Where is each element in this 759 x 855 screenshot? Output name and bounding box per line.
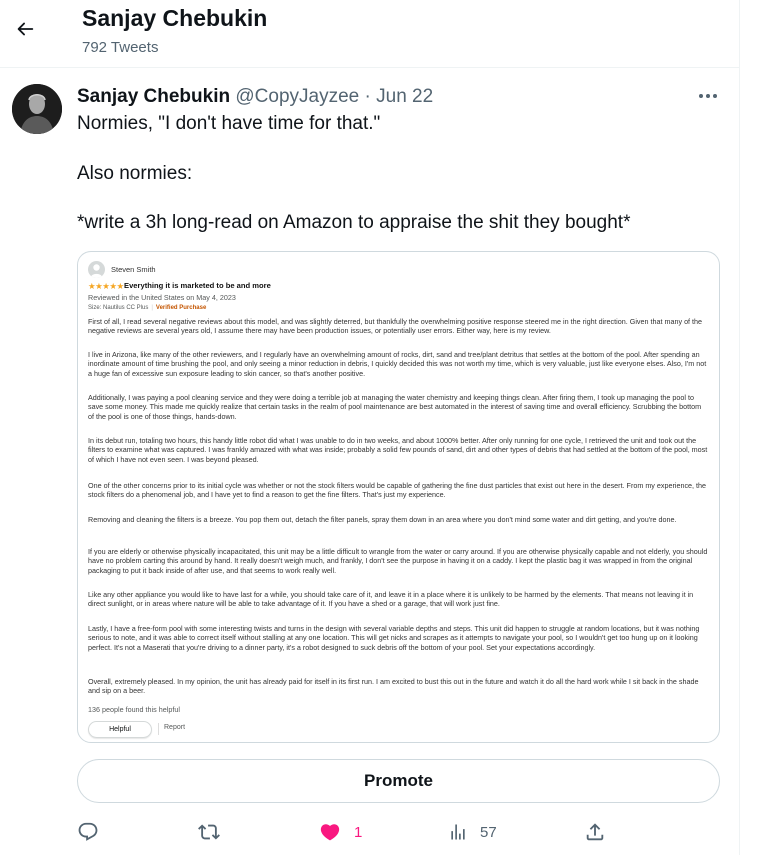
review-paragraph: In its debut run, totaling two hours, th…	[88, 436, 708, 464]
review-paragraph: Like any other appliance you would like …	[88, 590, 694, 609]
promote-button[interactable]: Promote	[77, 759, 720, 803]
tweet-text-line: Also normies:	[77, 163, 193, 184]
profile-header: Sanjay Chebukin 792 Tweets	[0, 0, 739, 68]
views-button[interactable]: 57	[448, 818, 497, 846]
attached-review-image[interactable]: Steven Smith ★★★★★ Everything it is mark…	[77, 251, 720, 743]
view-count: 57	[480, 823, 497, 841]
review-variant: Size: Nautilus CC Plus | Verified Purchase	[88, 305, 206, 311]
views-bar-chart-icon	[451, 824, 465, 840]
author-avatar[interactable]	[12, 84, 62, 134]
back-arrow-icon	[17, 22, 34, 36]
review-paragraph: Removing and cleaning the filters is a b…	[88, 515, 677, 524]
review-paragraph: If you are elderly or otherwise physical…	[88, 547, 708, 575]
retweet-button[interactable]	[197, 818, 221, 846]
helpful-count: 136 people found this helpful	[88, 705, 180, 714]
dot-separator: ·	[364, 86, 371, 107]
avatar-portrait-image	[12, 84, 62, 134]
variant-divider: |	[151, 305, 153, 311]
tweet-date[interactable]: Jun 22	[376, 86, 433, 107]
back-button[interactable]	[8, 12, 42, 46]
person-icon	[90, 264, 103, 278]
reviewer-avatar	[88, 261, 105, 278]
reviewer-name: Steven Smith	[111, 265, 156, 274]
more-options-button[interactable]	[694, 86, 722, 106]
like-count: 1	[354, 823, 363, 841]
tweet-text-line: Normies, "I don't have time for that."	[77, 113, 381, 134]
review-date: Reviewed in the United States on May 4, …	[88, 293, 236, 302]
review-title: Everything it is marketed to be and more	[124, 281, 271, 290]
review-paragraph: Lastly, I have a free-form pool with som…	[88, 624, 700, 652]
review-paragraph: First of all, I read several negative re…	[88, 317, 703, 336]
helpful-divider	[158, 723, 159, 735]
heart-icon	[320, 824, 340, 841]
author-name[interactable]: Sanjay Chebukin	[77, 86, 230, 107]
report-link: Report	[164, 724, 186, 731]
column-divider	[739, 0, 740, 855]
like-button[interactable]: 1	[318, 818, 362, 846]
profile-name-title: Sanjay Chebukin	[82, 5, 268, 31]
review-paragraph: One of the other concerns prior to its i…	[88, 481, 707, 500]
tweet-count: 792 Tweets	[82, 39, 159, 56]
review-paragraph: I live in Arizona, like many of the othe…	[88, 350, 707, 378]
review-paragraph: Additionally, I was paying a pool cleani…	[88, 393, 702, 421]
reply-icon	[78, 822, 98, 841]
reply-button[interactable]	[77, 818, 99, 846]
tweet-text-line: *write a 3h long-read on Amazon to appra…	[77, 212, 631, 233]
share-upload-icon	[586, 823, 604, 841]
variant-size: Size: Nautilus CC Plus	[88, 305, 149, 311]
more-dots-icon	[699, 94, 717, 98]
tweet-author-row: Sanjay Chebukin @CopyJayzee · Jun 22	[77, 85, 433, 109]
verified-purchase-badge: Verified Purchase	[155, 305, 207, 311]
review-paragraph: Overall, extremely pleased. In my opinio…	[88, 677, 699, 696]
share-button[interactable]	[584, 818, 606, 846]
helpful-button: Helpful	[88, 721, 152, 738]
retweet-icon	[198, 824, 220, 840]
star-rating: ★★★★★	[88, 281, 124, 291]
author-handle[interactable]: @CopyJayzee	[235, 86, 359, 107]
